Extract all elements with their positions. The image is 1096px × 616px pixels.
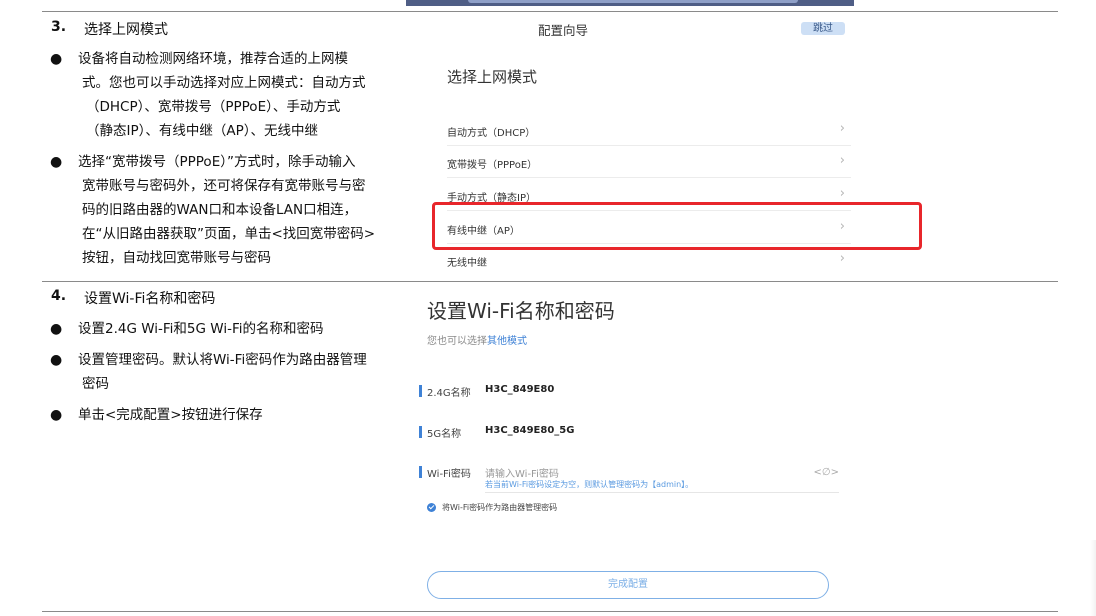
previous-screenshot-fragment-inner bbox=[468, 0, 798, 3]
mode-label: 自动方式（DHCP） bbox=[447, 128, 536, 139]
field-24g: 2.4G名称 H3C_849E80 bbox=[419, 384, 839, 404]
bullet-line: 设置管理密码。默认将Wi-Fi密码作为路由器管理 bbox=[78, 352, 367, 368]
divider-bottom bbox=[42, 611, 1058, 612]
check-icon bbox=[427, 503, 436, 512]
bullet-line: 码的旧路由器的WAN口和本设备LAN口相连， bbox=[82, 202, 358, 218]
ssid-24g-input[interactable]: H3C_849E80 bbox=[485, 384, 554, 395]
wizard-title: 配置向导 bbox=[538, 23, 589, 38]
bullet-line: 设置2.4G Wi-Fi和5G Wi-Fi的名称和密码 bbox=[78, 321, 324, 337]
page-edge-shadow bbox=[1090, 540, 1096, 616]
bullet-line: 按钮，自动找回宽带账号与密码 bbox=[82, 250, 271, 266]
mode-option-dhcp[interactable]: 自动方式（DHCP） › bbox=[431, 114, 851, 146]
checkbox-label: 将Wi-Fi密码作为路由器管理密码 bbox=[442, 503, 558, 512]
chevron-right-icon: › bbox=[839, 121, 845, 136]
section4-bullet-1: 设置2.4G Wi-Fi和5G Wi-Fi的名称和密码 bbox=[78, 317, 408, 341]
bullet-line: 密码 bbox=[82, 376, 109, 392]
wifi-subtitle: 您也可以选择其他模式 bbox=[427, 336, 527, 347]
section4-number: 4. bbox=[51, 288, 67, 304]
wifi-heading: 设置Wi-Fi名称和密码 bbox=[427, 299, 615, 323]
bullet-icon: ● bbox=[50, 51, 63, 67]
chevron-right-icon: › bbox=[839, 251, 845, 266]
divider-middle bbox=[42, 281, 1058, 282]
bullet-line: 选择“宽带拨号（PPPoE）”方式时，除手动输入 bbox=[78, 154, 356, 170]
section4-title: 设置Wi-Fi名称和密码 bbox=[84, 291, 216, 307]
bullet-icon: ● bbox=[50, 407, 63, 423]
section3-number: 3. bbox=[51, 19, 67, 35]
field-password: Wi-Fi密码 请输入Wi-Fi密码 若当前Wi-Fi密码设定为空，则默认管理密… bbox=[419, 465, 839, 493]
field-5g: 5G名称 H3C_849E80_5G bbox=[419, 425, 839, 445]
other-mode-link[interactable]: 其他模式 bbox=[487, 336, 527, 347]
eye-hidden-icon[interactable]: <∅> bbox=[814, 467, 839, 478]
field-label: 2.4G名称 bbox=[427, 388, 471, 399]
field-label: Wi-Fi密码 bbox=[427, 469, 471, 480]
bullet-line: （DHCP）、宽带拨号（PPPoE）、手动方式 bbox=[86, 99, 341, 115]
bullet-icon: ● bbox=[50, 154, 63, 170]
skip-button[interactable]: 跳过 bbox=[801, 22, 845, 35]
bullet-line: 式。您也可以手动选择对应上网模式：自动方式 bbox=[82, 75, 366, 91]
highlight-box bbox=[432, 202, 922, 250]
password-input[interactable]: 请输入Wi-Fi密码 bbox=[485, 465, 559, 480]
finish-config-button[interactable]: 完成配置 bbox=[427, 571, 829, 599]
ssid-5g-input[interactable]: H3C_849E80_5G bbox=[485, 425, 574, 436]
chevron-right-icon: › bbox=[839, 153, 845, 168]
bullet-line: 在“从旧路由器获取”页面，单击<找回宽带密码> bbox=[82, 226, 376, 242]
section4-bullet-2: 设置管理密码。默认将Wi-Fi密码作为路由器管理 密码 bbox=[78, 348, 408, 396]
mode-heading: 选择上网模式 bbox=[447, 68, 538, 86]
section3-bullet-2: 选择“宽带拨号（PPPoE）”方式时，除手动输入 宽带账号与密码外，还可将保存有… bbox=[78, 150, 408, 270]
section3-bullet-1: 设备将自动检测网络环境，推荐合适的上网模 式。您也可以手动选择对应上网模式：自动… bbox=[78, 47, 408, 143]
chevron-right-icon: › bbox=[839, 186, 845, 201]
field-label: 5G名称 bbox=[427, 429, 462, 440]
mode-label: 无线中继 bbox=[447, 258, 487, 269]
mode-option-pppoe[interactable]: 宽带拨号（PPPoE） › bbox=[431, 146, 851, 178]
bullet-icon: ● bbox=[50, 321, 63, 337]
bullet-icon: ● bbox=[50, 352, 63, 368]
password-hint: 若当前Wi-Fi密码设定为空，则默认管理密码为【admin】。 bbox=[485, 480, 694, 489]
bullet-line: 单击<完成配置>按钮进行保存 bbox=[78, 407, 263, 423]
bullet-line: （静态IP）、有线中继（AP）、无线中继 bbox=[86, 123, 318, 139]
bullet-line: 宽带账号与密码外，还可将保存有宽带账号与密 bbox=[82, 178, 366, 194]
mode-label: 宽带拨号（PPPoE） bbox=[447, 160, 538, 171]
bullet-line: 设备将自动检测网络环境，推荐合适的上网模 bbox=[78, 51, 348, 67]
section4-bullet-3: 单击<完成配置>按钮进行保存 bbox=[78, 403, 408, 427]
section3-title: 选择上网模式 bbox=[84, 22, 168, 38]
